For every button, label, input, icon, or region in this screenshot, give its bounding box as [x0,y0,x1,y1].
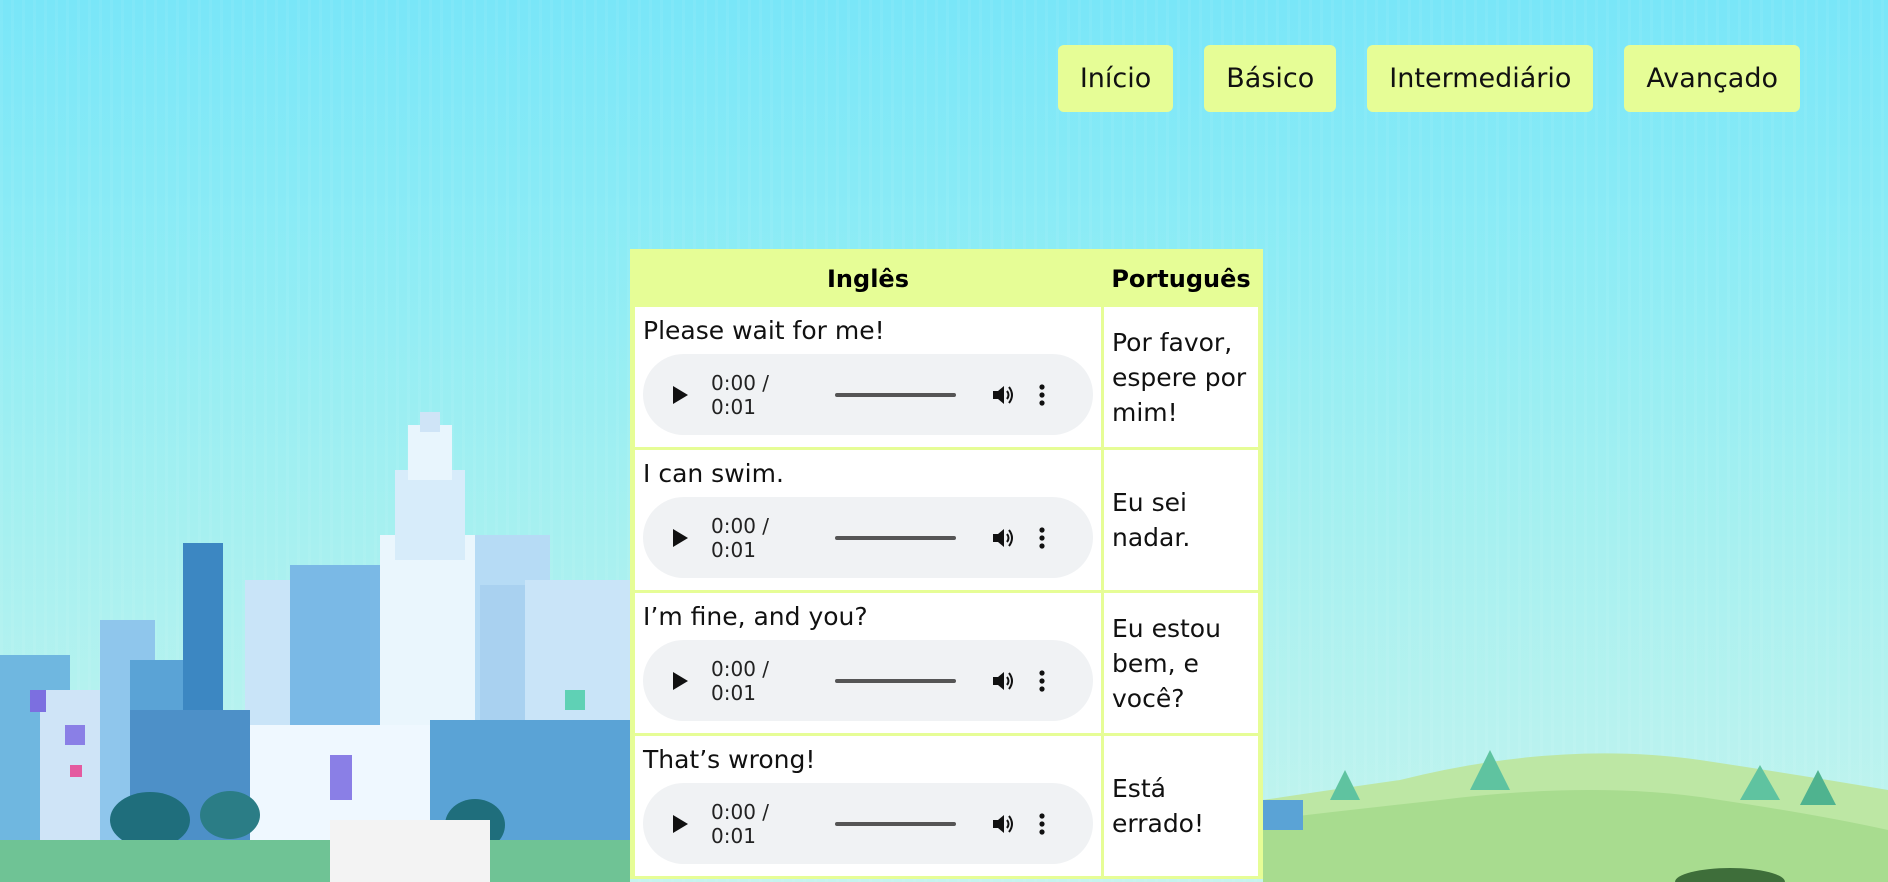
more-vertical-icon[interactable] [1038,811,1046,837]
phrase-table: Inglês Português Please wait for me! 0:0… [630,249,1263,879]
audio-player[interactable]: 0:00 / 0:01 [643,640,1093,721]
english-cell: That’s wrong! 0:00 / 0:01 [635,736,1101,876]
english-cell: I’m fine, and you? 0:00 / 0:01 [635,593,1101,733]
audio-time: 0:00 / 0:01 [711,656,770,705]
header-english: Inglês [635,254,1101,304]
portuguese-phrase: Por favor, espere por mim! [1104,307,1258,447]
english-phrase: I’m fine, and you? [643,602,868,631]
hill [1263,750,1888,882]
english-phrase: I can swim. [643,459,784,488]
volume-icon[interactable] [990,525,1016,551]
english-cell: I can swim. 0:00 / 0:01 [635,450,1101,590]
more-vertical-icon[interactable] [1038,668,1046,694]
audio-time: 0:00 / 0:01 [711,799,770,848]
nav-inicio[interactable]: Início [1057,45,1174,112]
audio-progress-bar[interactable] [835,392,956,397]
nav-intermediario[interactable]: Intermediário [1367,45,1594,112]
header-portuguese: Português [1104,254,1258,304]
portuguese-phrase: Eu estou bem, e você? [1104,593,1258,733]
play-icon[interactable] [669,384,691,406]
audio-player[interactable]: 0:00 / 0:01 [643,497,1093,578]
table-row: That’s wrong! 0:00 / 0:01 Está errado! [635,736,1258,876]
english-phrase: That’s wrong! [643,745,816,774]
volume-icon[interactable] [990,668,1016,694]
audio-progress-bar[interactable] [835,535,956,540]
play-icon[interactable] [669,670,691,692]
english-cell: Please wait for me! 0:00 / 0:01 [635,307,1101,447]
volume-icon[interactable] [990,382,1016,408]
portuguese-phrase: Eu sei nadar. [1104,450,1258,590]
english-phrase: Please wait for me! [643,316,885,345]
play-icon[interactable] [669,527,691,549]
audio-progress-bar[interactable] [835,821,956,826]
nav-basico[interactable]: Básico [1204,45,1337,112]
nav-avancado[interactable]: Avançado [1624,45,1800,112]
main-nav: Início Básico Intermediário Avançado [1057,45,1800,112]
audio-progress-bar[interactable] [835,678,956,683]
play-icon[interactable] [669,813,691,835]
audio-player[interactable]: 0:00 / 0:01 [643,783,1093,864]
table-row: I’m fine, and you? 0:00 / 0:01 Eu estou … [635,593,1258,733]
more-vertical-icon[interactable] [1038,382,1046,408]
audio-time: 0:00 / 0:01 [711,370,770,419]
more-vertical-icon[interactable] [1038,525,1046,551]
table-row: Please wait for me! 0:00 / 0:01 Por favo… [635,307,1258,447]
portuguese-phrase: Está errado! [1104,736,1258,876]
table-row: I can swim. 0:00 / 0:01 Eu sei nadar. [635,450,1258,590]
audio-player[interactable]: 0:00 / 0:01 [643,354,1093,435]
volume-icon[interactable] [990,811,1016,837]
city-buildings [0,412,630,882]
audio-time: 0:00 / 0:01 [711,513,770,562]
